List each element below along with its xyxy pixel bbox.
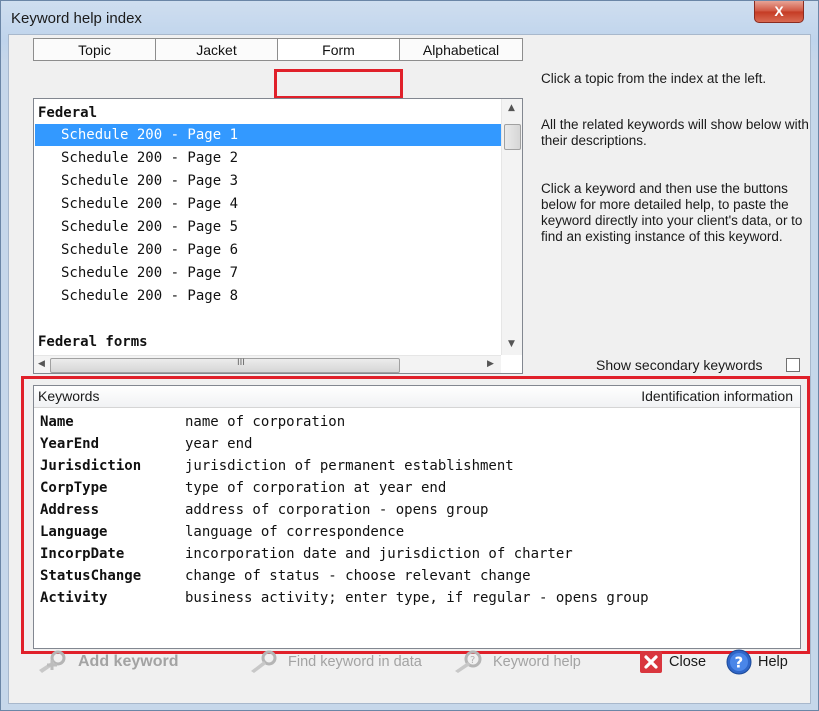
keyword-help-icon: ?: [455, 650, 482, 674]
keywords-column-header[interactable]: Keywords: [38, 388, 99, 404]
keyword-name: Address: [40, 502, 100, 518]
keyword-name: YearEnd: [40, 436, 100, 452]
tab-alphabetical[interactable]: Alphabetical: [399, 38, 523, 61]
keyword-name: Language: [40, 524, 108, 540]
add-keyword-icon: [39, 650, 66, 673]
index-item[interactable]: Schedule 200 - Page 7: [59, 262, 501, 284]
keyword-description: incorporation date and jurisdiction of c…: [185, 546, 573, 562]
scroll-grip: III: [237, 358, 245, 368]
topic-index-list[interactable]: Federal Schedule 200 - Page 1 Schedule 2…: [33, 98, 523, 374]
scroll-up-arrow-icon[interactable]: ▲: [508, 103, 515, 113]
keyword-name: StatusChange: [40, 568, 142, 584]
add-keyword-label: Add keyword: [78, 653, 179, 670]
index-horizontal-scrollbar[interactable]: ◀ III ▶: [34, 355, 501, 373]
index-item-selected[interactable]: Schedule 200 - Page 1: [35, 124, 502, 146]
keyword-description: jurisdiction of permanent establishment: [185, 458, 514, 474]
help-label: Help: [758, 654, 788, 670]
index-item[interactable]: Schedule 200 - Page 4: [59, 193, 501, 215]
help-text-1: Click a topic from the index at the left…: [541, 71, 767, 86]
title-bar[interactable]: Keyword help index X: [1, 1, 818, 35]
keywords-table[interactable]: Keywords Identification information Name…: [33, 385, 801, 649]
keyword-description: year end: [185, 436, 253, 452]
index-item[interactable]: Schedule 200 - Page 3: [59, 170, 501, 192]
keyword-help-button[interactable]: ? Keyword help: [453, 648, 581, 676]
index-vertical-scrollbar[interactable]: ▲ ▼: [501, 99, 522, 355]
help-icon: ?: [726, 649, 752, 675]
help-button[interactable]: ? Help: [726, 648, 788, 676]
keyword-description: business activity; enter type, if regula…: [185, 590, 649, 606]
identification-info-header[interactable]: Identification information: [641, 388, 793, 404]
tab-jacket[interactable]: Jacket: [155, 38, 278, 61]
tab-topic[interactable]: Topic: [33, 38, 156, 61]
close-label: Close: [669, 654, 707, 670]
index-group-header[interactable]: Federal forms: [38, 331, 148, 353]
keyword-name: Name: [40, 414, 74, 430]
scroll-right-arrow-icon[interactable]: ▶: [487, 359, 494, 369]
index-group-header[interactable]: Federal: [38, 102, 97, 124]
close-button[interactable]: Close: [639, 648, 706, 676]
help-text-2: All the related keywords will show below…: [541, 117, 809, 148]
add-keyword-button[interactable]: Add keyword: [36, 648, 178, 676]
show-secondary-label: Show secondary keywords: [596, 357, 763, 373]
keyword-description: language of correspondence: [185, 524, 405, 540]
keyword-name: Jurisdiction: [40, 458, 142, 474]
index-item[interactable]: Schedule 200 - Page 2: [59, 147, 501, 169]
svg-text:?: ?: [735, 654, 744, 672]
index-item[interactable]: Schedule 200 - Page 8: [59, 285, 501, 307]
index-item[interactable]: Schedule 200 - Page 5: [59, 216, 501, 238]
keywords-table-header: Keywords Identification information: [34, 386, 800, 408]
horizontal-scroll-thumb[interactable]: III: [50, 358, 400, 373]
scroll-down-arrow-icon[interactable]: ▼: [508, 339, 515, 349]
window-close-button[interactable]: X: [754, 1, 804, 23]
keyword-name: Activity: [40, 590, 108, 606]
keyword-description: address of corporation - opens group: [185, 502, 489, 518]
tab-form[interactable]: Form: [277, 38, 400, 61]
find-keyword-in-data-button[interactable]: Find keyword in data: [248, 648, 422, 676]
keyword-name: CorpType: [40, 480, 108, 496]
close-icon: [640, 651, 662, 674]
vertical-scroll-thumb[interactable]: [504, 124, 521, 150]
svg-text:?: ?: [470, 655, 475, 666]
keyword-help-label: Keyword help: [493, 654, 581, 670]
index-item[interactable]: Schedule 200 - Page 6: [59, 239, 501, 261]
keyword-description: type of corporation at year end: [185, 480, 447, 496]
scroll-left-arrow-icon[interactable]: ◀: [38, 359, 45, 369]
keyword-description: change of status - choose relevant chang…: [185, 568, 531, 584]
find-keyword-icon: [251, 650, 277, 674]
find-keyword-label: Find keyword in data: [288, 654, 422, 670]
keyword-description: name of corporation: [185, 414, 346, 430]
show-secondary-checkbox[interactable]: [786, 358, 800, 372]
help-text-3: Click a keyword and then use the buttons…: [541, 181, 803, 244]
keyword-name: IncorpDate: [40, 546, 125, 562]
window-title: Keyword help index: [11, 10, 142, 27]
